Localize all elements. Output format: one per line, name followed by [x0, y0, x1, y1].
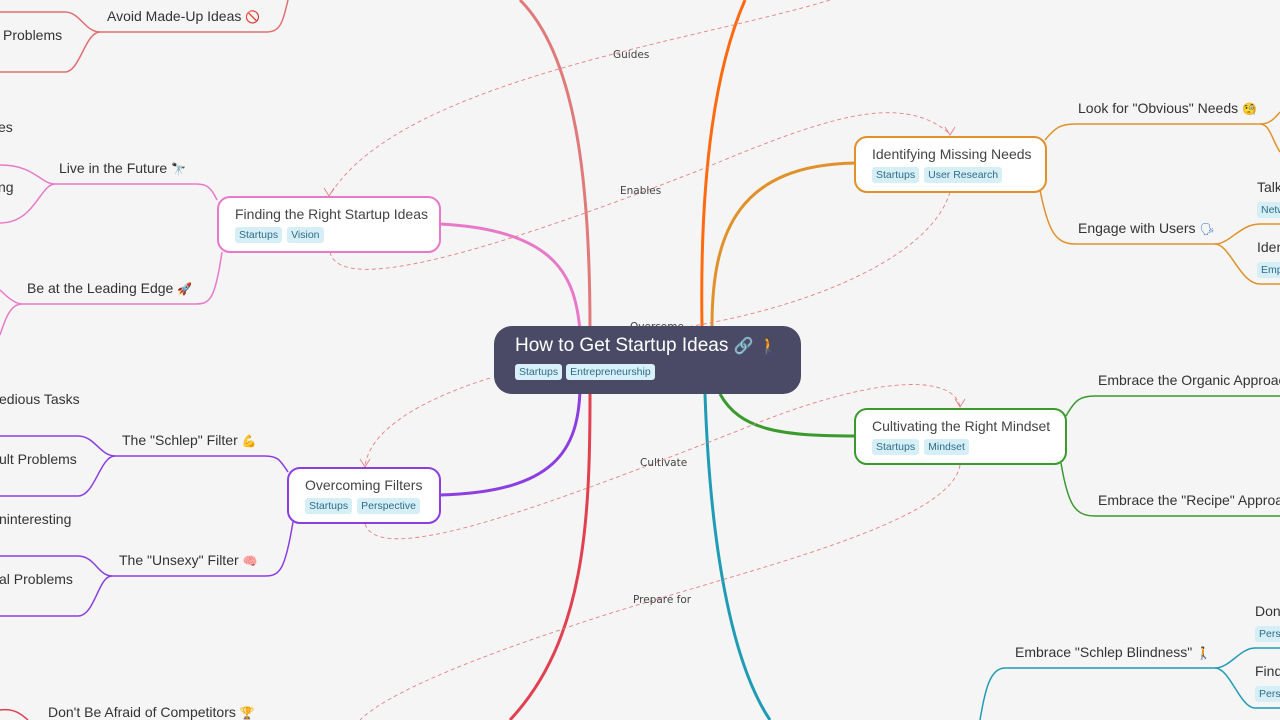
relation-label-prepare: Prepare for [633, 594, 692, 606]
mindmap-canvas[interactable]: Guides Enables Overcome Cultivate Prepar… [0, 0, 1280, 720]
relation-overcome [679, 191, 951, 329]
rocket-icon: 🚀 [177, 282, 193, 296]
tag-startups: Startups [872, 167, 920, 183]
leaf-partial[interactable]: ult Problems [0, 451, 77, 467]
edge-competitors [0, 708, 29, 720]
arrowhead-filters [359, 458, 371, 468]
leaf-label: The "Unsexy" Filter [119, 552, 239, 568]
leaf-unsexy-filter[interactable]: The "Unsexy" Filter 🧠 [119, 552, 257, 568]
relation-overcome-2 [364, 377, 491, 467]
root-title: How to Get Startup Ideas [515, 335, 729, 356]
leaf-label: Embrace "Schlep Blindness" [1015, 644, 1193, 660]
node-title: Overcoming Filters [305, 477, 423, 493]
leaf-partial[interactable]: al Problems [0, 571, 73, 587]
tag-entrepreneurship: Entrepreneurship [566, 364, 655, 380]
edge-leading-child1 [0, 289, 23, 305]
speaking-head-icon: 🗣 [1199, 222, 1215, 236]
leaf-partial[interactable]: Find [1255, 663, 1280, 679]
node-overcoming-filters[interactable]: Overcoming Filters Startups Perspective [287, 467, 441, 524]
relation-label-guides: Guides [613, 49, 649, 61]
node-cultivating-right-mindset[interactable]: Cultivating the Right Mindset Startups M… [854, 408, 1067, 465]
edge-root-needs [710, 161, 856, 327]
tag-partial: Netw [1257, 202, 1280, 218]
node-identifying-missing-needs[interactable]: Identifying Missing Needs Startups User … [854, 136, 1047, 193]
root-title-row: How to Get Startup Ideas 🔗 🚶 [515, 335, 780, 357]
node-title: Cultivating the Right Mindset [872, 418, 1051, 434]
leaf-partial[interactable]: Iden [1257, 239, 1280, 255]
node-title: Identifying Missing Needs [872, 146, 1032, 162]
root-node[interactable]: How to Get Startup Ideas 🔗 🚶 Startups En… [494, 326, 801, 394]
edge-root-mindset [718, 393, 856, 438]
edge-mindset-organic [1065, 395, 1280, 417]
leaf-be-at-the-leading-edge[interactable]: Be at the Leading Edge 🚀 [27, 280, 192, 296]
leaf-live-in-the-future[interactable]: Live in the Future 🔭 [59, 160, 186, 176]
telescope-icon: 🔭 [171, 162, 187, 176]
relation-label-cultivate: Cultivate [640, 457, 687, 469]
edge-root-schlep [703, 393, 772, 720]
tag-user-research: User Research [924, 167, 1003, 183]
leaf-look-for-obvious-needs[interactable]: Look for "Obvious" Needs 🧐 [1078, 100, 1257, 116]
relation-prepare [359, 464, 961, 720]
tag-partial: Persp [1255, 686, 1280, 702]
flexed-biceps-icon: 💪 [241, 434, 257, 448]
leaf-embrace-recipe-approach[interactable]: Embrace the "Recipe" Approac [1098, 492, 1280, 508]
leaf-partial[interactable]: Problems [3, 27, 62, 43]
leaf-dont-be-afraid-of-competitors[interactable]: Don't Be Afraid of Competitors 🏆 [48, 704, 255, 720]
leaf-label: Engage with Users [1078, 220, 1196, 236]
tag-startups: Startups [515, 364, 563, 380]
face-with-monocle-icon: 🧐 [1242, 102, 1257, 116]
edge-mindset-recipe [1060, 462, 1280, 517]
arrowhead-finding [323, 187, 335, 197]
tag-startups: Startups [235, 227, 283, 243]
prohibited-icon: 🚫 [245, 10, 261, 24]
leaf-embrace-schlep-blindness[interactable]: Embrace "Schlep Blindness" 🚶 [1015, 644, 1211, 660]
leaf-label: Be at the Leading Edge [27, 280, 174, 296]
edge-root-filters [439, 389, 582, 497]
leaf-partial[interactable]: ng [0, 179, 14, 195]
edge-obvious-child2 [1259, 123, 1280, 153]
tag-startups: Startups [872, 439, 920, 455]
edge-root-competitors [508, 393, 592, 720]
node-finding-right-startup-ideas[interactable]: Finding the Right Startup Ideas Startups… [217, 196, 441, 253]
leaf-schlep-filter[interactable]: The "Schlep" Filter 💪 [122, 432, 257, 448]
leaf-partial[interactable]: Don [1255, 603, 1280, 619]
walking-person-icon: 🚶 [758, 336, 779, 355]
leaf-embrace-organic-approach[interactable]: Embrace the Organic Approach [1098, 372, 1280, 388]
leaf-partial[interactable]: edious Tasks [0, 391, 80, 407]
leaf-engage-with-users[interactable]: Engage with Users 🗣 [1078, 220, 1215, 236]
leaf-avoid-made-up-ideas[interactable]: Avoid Made-Up Ideas 🚫 [107, 8, 260, 24]
edge-root-orange-top [700, 0, 747, 327]
leaf-partial[interactable]: Talk [1257, 179, 1280, 195]
tag-mindset: Mindset [924, 439, 969, 455]
brain-icon: 🧠 [242, 554, 258, 568]
leaf-label: Avoid Made-Up Ideas [107, 8, 242, 24]
leaf-label: Don't Be Afraid of Competitors [48, 704, 236, 720]
trophy-icon: 🏆 [239, 706, 255, 720]
tag-startups: Startups [305, 498, 353, 514]
leaf-label: The "Schlep" Filter [122, 432, 238, 448]
leaf-partial[interactable]: ninteresting [0, 511, 71, 527]
tag-perspective: Perspective [357, 498, 420, 514]
leaf-label: Live in the Future [59, 160, 168, 176]
link-icon: 🔗 [733, 336, 754, 355]
walking-person-icon: 🚶 [1196, 646, 1212, 660]
tag-partial: Persi [1255, 626, 1280, 642]
node-title: Finding the Right Startup Ideas [235, 206, 429, 222]
edge-root-finding [439, 222, 582, 331]
edge-needs-obvious [1044, 111, 1280, 141]
tag-vision: Vision [287, 227, 324, 243]
relation-label-enables: Enables [620, 185, 661, 197]
leaf-partial[interactable]: es [0, 119, 13, 135]
edge-root-made-up [518, 0, 592, 331]
leaf-label: Look for "Obvious" Needs [1078, 100, 1239, 116]
tag-partial: Emp [1257, 262, 1280, 278]
